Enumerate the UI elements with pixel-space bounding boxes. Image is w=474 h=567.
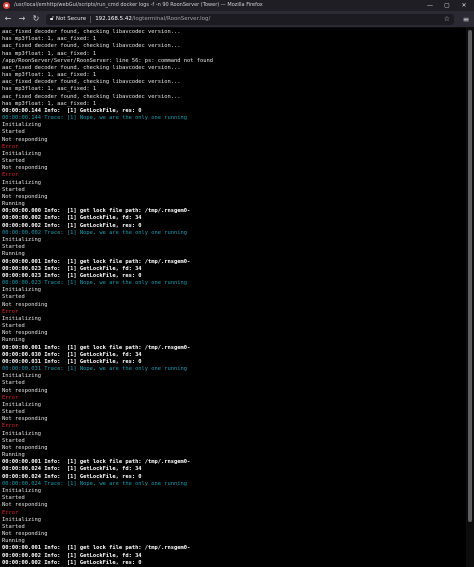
- log-line-error: Error: [2, 394, 19, 401]
- log-line-plain: Not responding: [2, 531, 48, 538]
- log-line-plain: Not responding: [2, 416, 48, 423]
- log-line-plain: Started: [2, 129, 25, 136]
- log-line-info: 00:00:00.023 Info: [1] GetLockFile, res:…: [2, 272, 142, 279]
- window-titlebar: /usr/local/emhttp/webGui/scripts/run_cmd…: [0, 0, 474, 11]
- log-line-plain: Started: [2, 523, 25, 530]
- insecure-lock-icon[interactable]: 🔓︎: [50, 15, 54, 23]
- security-label[interactable]: Not Secure: [56, 16, 86, 22]
- log-line-error: Error: [2, 308, 19, 315]
- log-line-plain: aac_fixed decoder found, checking libavc…: [2, 93, 181, 100]
- log-line-plain: Not responding: [2, 136, 48, 143]
- log-line-info: 00:00:00.024 Info: [1] GetLockFile, fd: …: [2, 466, 142, 473]
- log-line-trace: 00:00:00.002 Trace: [1] Nope, we are the…: [2, 229, 187, 236]
- url-bar[interactable]: 🔓︎ Not Secure 192.168.5.42/logterminal/R…: [46, 13, 454, 25]
- log-line-plain: Initializing: [2, 373, 41, 380]
- log-line-plain: Started: [2, 323, 25, 330]
- log-line-plain: Initializing: [2, 150, 41, 157]
- log-line-info: 00:00:00.031 Info: [1] GetLockFile, res:…: [2, 358, 142, 365]
- url-path[interactable]: /logterminal/RoonServer.log/: [132, 16, 210, 22]
- log-line-plain: Started: [2, 437, 25, 444]
- log-line-plain: Running: [2, 452, 25, 459]
- log-line-plain: aac_fixed decoder found, checking libavc…: [2, 64, 181, 71]
- log-line-info: 00:00:00.144 Info: [1] GetLockFile, res:…: [2, 107, 142, 114]
- log-line-plain: Initializing: [2, 122, 41, 129]
- log-line-plain: Started: [2, 380, 25, 387]
- log-line-plain: Initializing: [2, 315, 41, 322]
- log-line-info: 00:00:00.001 Info: [1] get lock file pat…: [2, 344, 191, 351]
- log-line-plain: Running: [2, 201, 25, 208]
- reload-icon[interactable]: ↻: [30, 13, 42, 25]
- scrollbar-thumb[interactable]: [468, 30, 472, 522]
- log-line-plain: Running: [2, 337, 25, 344]
- log-line-info: 00:00:00.002 Info: [1] GetLockFile, fd: …: [2, 552, 142, 559]
- window-controls: — ▢ ✕: [426, 0, 468, 11]
- log-line-trace: 00:00:00.024 Trace: [1] Nope, we are the…: [2, 480, 187, 487]
- log-line-info: 00:00:00.000 Info: [1] get lock file pat…: [2, 208, 191, 215]
- firefox-icon: [3, 2, 10, 9]
- log-line-plain: /app/RoonServer/Server/RoonServer: line …: [2, 57, 213, 64]
- log-line-plain: Not responding: [2, 301, 48, 308]
- log-line-info: 00:00:00.002 Info: [1] GetLockFile, fd: …: [2, 215, 142, 222]
- log-line-plain: has mp3float: 1, aac_fixed: 1: [2, 36, 97, 43]
- navigation-toolbar: ← → ↻ 🔓︎ Not Secure 192.168.5.42/logterm…: [0, 11, 474, 28]
- log-terminal: aac_fixed decoder found, checking libavc…: [2, 29, 462, 567]
- log-line-plain: Not responding: [2, 387, 48, 394]
- log-line-info: 00:00:00.002 Info: [1] GetLockFile, res:…: [2, 222, 142, 229]
- log-line-plain: aac_fixed decoder found, checking libavc…: [2, 43, 181, 50]
- log-line-plain: has mp3float: 1, aac_fixed: 1: [2, 72, 97, 79]
- url-separator: [90, 15, 92, 23]
- vertical-scrollbar[interactable]: [466, 28, 474, 567]
- maximize-icon[interactable]: ▢: [443, 0, 451, 11]
- log-line-plain: aac_fixed decoder found, checking libavc…: [2, 79, 181, 86]
- forward-arrow-icon[interactable]: →: [16, 13, 28, 25]
- log-line-error: Error: [2, 172, 19, 179]
- log-line-trace: 00:00:00.144 Trace: [1] Nope, we are the…: [2, 115, 187, 122]
- log-line-info: 00:00:00.001 Info: [1] get lock file pat…: [2, 258, 191, 265]
- back-arrow-icon[interactable]: ←: [2, 13, 14, 25]
- log-line-plain: Initializing: [2, 430, 41, 437]
- log-line-info: 00:00:00.001 Info: [1] get lock file pat…: [2, 545, 191, 552]
- url-host[interactable]: 192.168.5.42: [95, 16, 132, 22]
- log-line-plain: Initializing: [2, 488, 41, 494]
- log-line-plain: Running: [2, 538, 25, 545]
- close-icon[interactable]: ✕: [460, 0, 468, 11]
- log-line-plain: Not responding: [2, 444, 48, 451]
- log-line-error: Error: [2, 143, 19, 150]
- log-line-plain: Initializing: [2, 179, 41, 186]
- hamburger-menu-icon[interactable]: ≡: [460, 15, 472, 24]
- log-line-info: 00:00:00.002 Info: [1] GetLockFile, res:…: [2, 559, 142, 566]
- log-line-plain: Initializing: [2, 287, 41, 294]
- log-line-plain: Not responding: [2, 330, 48, 337]
- log-line-info: 00:00:00.030 Info: [1] GetLockFile, fd: …: [2, 351, 142, 358]
- log-line-error: Error: [2, 423, 19, 430]
- log-line-plain: Started: [2, 495, 25, 502]
- log-line-plain: Started: [2, 158, 25, 165]
- log-line-info: 00:00:00.023 Info: [1] GetLockFile, fd: …: [2, 265, 142, 272]
- log-line-error: Error: [2, 509, 19, 516]
- log-line-plain: Not responding: [2, 502, 48, 509]
- log-line-plain: has mp3float: 1, aac_fixed: 1: [2, 50, 97, 57]
- log-line-plain: Started: [2, 244, 25, 251]
- window-title: /usr/local/emhttp/webGui/scripts/run_cmd…: [14, 2, 263, 8]
- log-line-plain: Initializing: [2, 401, 41, 408]
- log-line-plain: has mp3float: 1, aac_fixed: 1: [2, 100, 97, 107]
- log-line-plain: Started: [2, 294, 25, 301]
- log-line-info: 00:00:00.024 Info: [1] GetLockFile, res:…: [2, 473, 142, 480]
- minimize-icon[interactable]: —: [426, 0, 434, 11]
- log-line-plain: Running: [2, 251, 25, 258]
- log-line-plain: aac_fixed decoder found, checking libavc…: [2, 29, 181, 35]
- log-line-trace: 00:00:00.023 Trace: [1] Nope, we are the…: [2, 280, 187, 287]
- log-line-plain: Started: [2, 409, 25, 416]
- log-line-info: 00:00:00.001 Info: [1] get lock file pat…: [2, 459, 191, 466]
- log-line-trace: 00:00:00.031 Trace: [1] Nope, we are the…: [2, 366, 187, 373]
- log-line-plain: Initializing: [2, 516, 41, 523]
- log-line-plain: Not responding: [2, 193, 48, 200]
- log-line-plain: Started: [2, 186, 25, 193]
- star-icon[interactable]: ☆: [444, 15, 450, 23]
- log-line-plain: Initializing: [2, 236, 41, 243]
- log-line-plain: Not responding: [2, 165, 48, 172]
- log-line-plain: has mp3float: 1, aac_fixed: 1: [2, 86, 97, 93]
